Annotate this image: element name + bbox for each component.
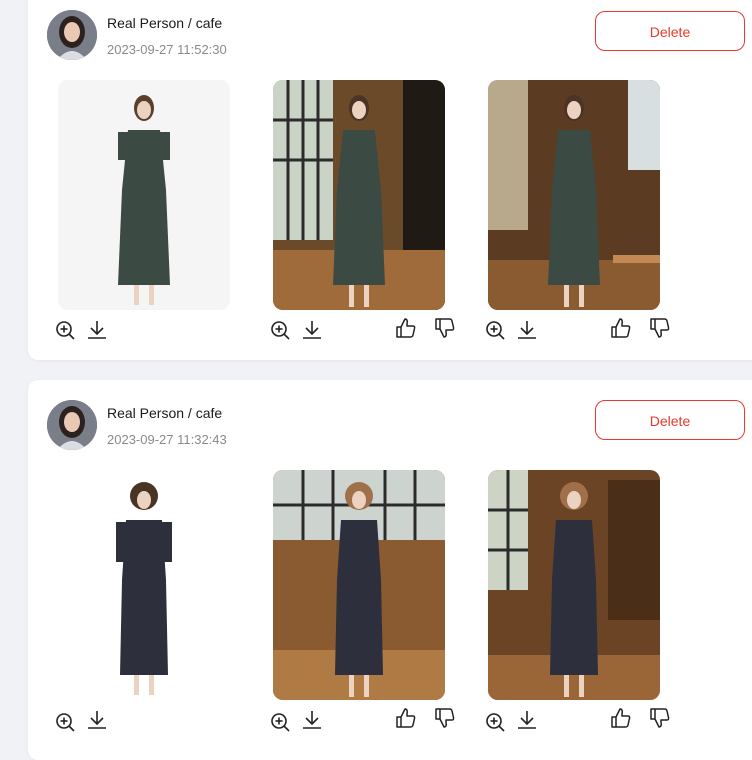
zoom-in-icon[interactable] (484, 319, 506, 341)
download-icon[interactable] (86, 709, 108, 731)
result-image[interactable] (58, 80, 230, 310)
thumbs-up-icon[interactable] (395, 707, 417, 729)
delete-button[interactable]: Delete (595, 400, 745, 440)
post-timestamp: 2023-09-27 11:52:30 (107, 42, 227, 57)
delete-button[interactable]: Delete (595, 11, 745, 51)
download-icon[interactable] (516, 709, 538, 731)
post-timestamp: 2023-09-27 11:32:43 (107, 432, 227, 447)
result-image[interactable] (488, 470, 660, 700)
avatar (47, 400, 97, 450)
thumbs-down-icon[interactable] (434, 317, 456, 339)
zoom-in-icon[interactable] (269, 319, 291, 341)
result-image[interactable] (488, 80, 660, 310)
thumbs-down-icon[interactable] (434, 707, 456, 729)
post-title: Real Person / cafe (107, 405, 223, 421)
result-image[interactable] (58, 470, 230, 700)
thumbs-up-icon[interactable] (395, 317, 417, 339)
zoom-in-icon[interactable] (484, 711, 506, 733)
thumbs-up-icon[interactable] (610, 317, 632, 339)
post-title: Real Person / cafe (107, 15, 223, 31)
download-icon[interactable] (86, 319, 108, 341)
zoom-in-icon[interactable] (54, 319, 76, 341)
thumbs-down-icon[interactable] (649, 317, 671, 339)
zoom-in-icon[interactable] (54, 711, 76, 733)
generation-card: Real Person / cafe 2023-09-27 11:52:30 D… (28, 0, 752, 360)
download-icon[interactable] (516, 319, 538, 341)
result-image[interactable] (273, 80, 445, 310)
download-icon[interactable] (301, 709, 323, 731)
thumbs-down-icon[interactable] (649, 707, 671, 729)
generation-card: Real Person / cafe 2023-09-27 11:32:43 D… (28, 380, 752, 760)
avatar (47, 10, 97, 60)
result-image[interactable] (273, 470, 445, 700)
thumbs-up-icon[interactable] (610, 707, 632, 729)
download-icon[interactable] (301, 319, 323, 341)
zoom-in-icon[interactable] (269, 711, 291, 733)
